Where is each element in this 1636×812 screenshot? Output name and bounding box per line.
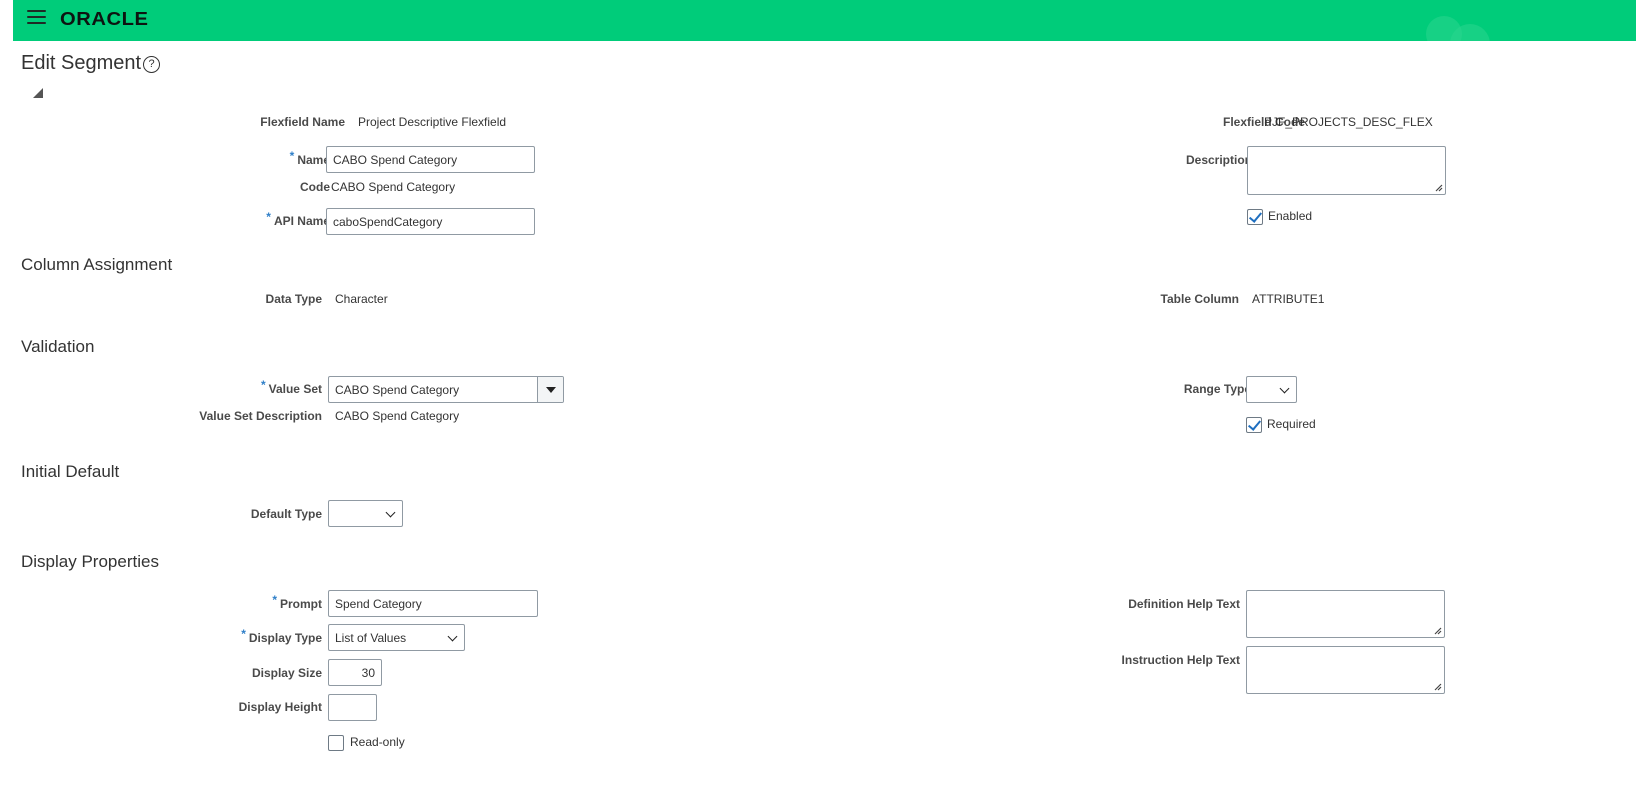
description-label: Description <box>1185 153 1252 167</box>
required-marker: * <box>260 378 266 392</box>
value-set-search-button[interactable] <box>537 377 563 402</box>
collapse-section-icon[interactable] <box>33 88 43 98</box>
range-type-select[interactable] <box>1246 376 1297 403</box>
code-value: CABO Spend Category <box>331 180 456 194</box>
value-set-value: CABO Spend Category <box>335 383 460 397</box>
api-name-label-text: API Name <box>273 214 330 228</box>
code-label: Code <box>300 180 330 194</box>
instruction-help-text-label: Instruction Help Text <box>1121 653 1240 667</box>
required-marker: * <box>289 149 295 163</box>
prompt-input[interactable]: Spend Category <box>328 590 538 617</box>
definition-help-text-textarea[interactable] <box>1246 590 1445 638</box>
table-column-label: Table Column <box>1160 292 1239 306</box>
definition-help-text-label: Definition Help Text <box>1128 597 1240 611</box>
display-size-input[interactable]: 30 <box>328 659 382 686</box>
resize-grip-icon[interactable] <box>1434 183 1443 192</box>
display-size-label: Display Size <box>251 666 322 680</box>
range-type-label: Range Type <box>1183 382 1251 396</box>
chevron-down-icon <box>1279 383 1290 394</box>
value-set-description-value: CABO Spend Category <box>335 409 460 423</box>
display-type-label-text: Display Type <box>248 631 322 645</box>
required-marker: * <box>272 593 277 607</box>
enabled-checkbox[interactable] <box>1247 209 1263 225</box>
oracle-logo[interactable]: ORACLE <box>60 9 148 30</box>
display-properties-title: Display Properties <box>21 552 159 571</box>
chevron-down-icon <box>385 507 396 518</box>
chevron-down-icon <box>447 631 458 642</box>
column-assignment-title: Column Assignment <box>21 255 173 274</box>
dropdown-triangle-icon <box>546 387 556 393</box>
name-label: * Name <box>290 149 330 167</box>
display-type-value: List of Values <box>335 631 407 645</box>
api-name-label: * API Name <box>266 210 330 228</box>
value-set-label: * Value Set <box>261 378 322 396</box>
flexfield-name-label: Flexfield Name <box>260 115 345 129</box>
help-icon[interactable]: ? <box>143 56 160 73</box>
prompt-label-text: Prompt <box>280 597 322 611</box>
value-set-description-label: Value Set Description <box>199 409 322 423</box>
default-type-select[interactable] <box>328 500 403 527</box>
required-marker: * <box>241 627 246 641</box>
global-header: ORACLE <box>13 0 1636 41</box>
default-type-label: Default Type <box>250 507 322 521</box>
display-height-label: Display Height <box>238 700 322 714</box>
required-label: Required <box>1267 417 1316 431</box>
instruction-help-text-textarea[interactable] <box>1246 646 1445 694</box>
resize-grip-icon[interactable] <box>1433 626 1442 635</box>
value-set-input[interactable]: CABO Spend Category <box>328 376 564 403</box>
table-column-value: ATTRIBUTE1 <box>1252 292 1325 306</box>
validation-title: Validation <box>21 337 95 356</box>
display-height-input[interactable] <box>328 694 377 721</box>
read-only-checkbox[interactable] <box>328 735 344 751</box>
navigator-menu-icon[interactable] <box>27 10 46 25</box>
flexfield-code-value: PJF_PROJECTS_DESC_FLEX <box>1264 115 1433 129</box>
name-input[interactable]: CABO Spend Category <box>326 146 535 173</box>
data-type-value: Character <box>335 292 388 306</box>
flexfield-name-value: Project Descriptive Flexfield <box>358 115 507 129</box>
page-title: Edit Segment <box>21 52 142 74</box>
required-marker: * <box>266 210 271 224</box>
data-type-label: Data Type <box>265 292 322 306</box>
description-textarea[interactable] <box>1247 146 1446 195</box>
display-type-select[interactable]: List of Values <box>328 624 465 651</box>
resize-grip-icon[interactable] <box>1433 682 1442 691</box>
initial-default-title: Initial Default <box>21 462 120 481</box>
api-name-input[interactable]: caboSpendCategory <box>326 208 535 235</box>
read-only-label: Read-only <box>350 735 405 749</box>
cloud-decoration <box>1426 14 1490 41</box>
value-set-label-text: Value Set <box>268 382 322 396</box>
display-type-label: * Display Type <box>241 627 322 645</box>
required-checkbox[interactable] <box>1246 417 1262 433</box>
prompt-label: * Prompt <box>272 593 322 611</box>
enabled-label: Enabled <box>1268 209 1313 223</box>
